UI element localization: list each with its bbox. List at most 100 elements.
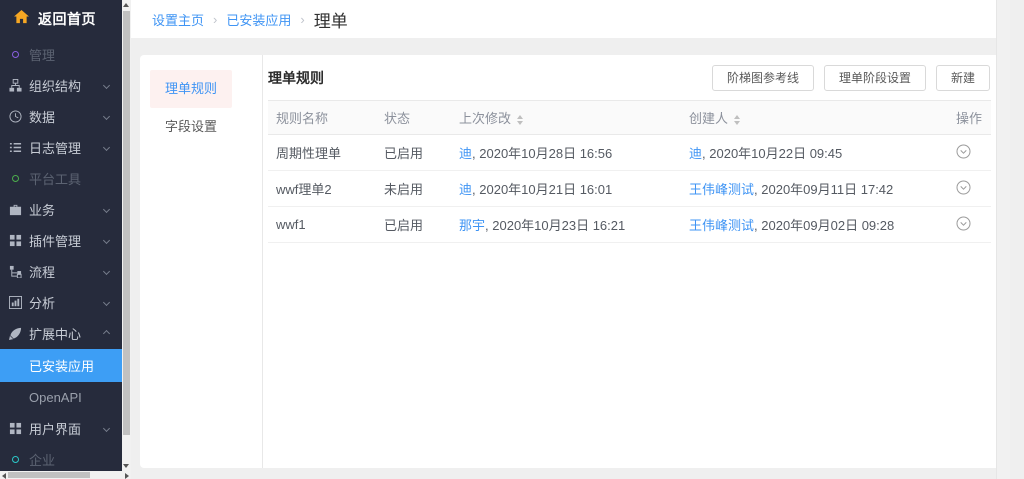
sidebar: 返回首页 管理 组织结构 数据 (0, 0, 131, 479)
sidebar-item-analysis[interactable]: 分析 (0, 287, 122, 318)
tab-field-settings[interactable]: 字段设置 (150, 108, 232, 146)
breadcrumb-separator: › (300, 12, 304, 27)
sidebar-item-org-structure[interactable]: 组织结构 (0, 70, 122, 101)
sidebar-item-log-manage[interactable]: 日志管理 (0, 132, 122, 163)
sidebar-item-label: 流程 (29, 262, 55, 281)
table-row: wwf1 已启用 那宇, 2020年10月23日 16:21 王伟峰测试, 20… (268, 207, 991, 243)
breadcrumb: 设置主页 › 已安装应用 › 理单 (131, 0, 1010, 38)
row-actions-dropdown-icon[interactable] (956, 144, 971, 159)
vertical-scroll-thumb[interactable] (123, 11, 130, 435)
flow-icon (8, 265, 22, 278)
sidebar-item-user-interface[interactable]: 用户界面 (0, 413, 122, 444)
creator-link[interactable]: 王伟峰测试 (689, 182, 754, 197)
sidebar-subitem-installed-apps[interactable]: 已安装应用 (0, 349, 122, 382)
sidebar-item-workflow[interactable]: 流程 (0, 256, 122, 287)
sidebar-content: 返回首页 管理 组织结构 数据 (0, 0, 122, 471)
claim-stage-settings-button[interactable]: 理单阶段设置 (824, 65, 926, 91)
chevron-down-icon (103, 144, 110, 151)
sidebar-item-label: 业务 (29, 200, 55, 219)
plugin-grid-icon (8, 234, 22, 247)
last-modified-cell: 迪, 2020年10月28日 16:56 (451, 135, 681, 171)
sidebar-item-business[interactable]: 业务 (0, 194, 122, 225)
back-home-label: 返回首页 (38, 9, 96, 29)
tab-claim-rules[interactable]: 理单规则 (150, 70, 232, 108)
creator-link[interactable]: 迪 (689, 146, 702, 161)
clock-icon (8, 110, 22, 123)
content-card: 理单规则 字段设置 理单规则 阶梯图参考线 理单阶段设置 新建 (140, 55, 1007, 468)
table-row: 周期性理单 已启用 迪, 2020年10月28日 16:56 迪, 2020年1… (268, 135, 991, 171)
app-window: 返回首页 管理 组织结构 数据 (0, 0, 1024, 479)
sidebar-horizontal-scrollbar[interactable] (0, 471, 131, 479)
chevron-down-icon (103, 237, 110, 244)
panel-title: 理单规则 (268, 68, 324, 88)
panel-content: 理单规则 阶梯图参考线 理单阶段设置 新建 规则名称 状态 (264, 55, 1007, 468)
row-actions-dropdown-icon[interactable] (956, 216, 971, 231)
sidebar-menu: 管理 组织结构 数据 (0, 38, 122, 471)
circle-teal-icon (8, 456, 22, 463)
chevron-down-icon (103, 206, 110, 213)
bar-chart-icon (8, 296, 22, 309)
sidebar-item-data[interactable]: 数据 (0, 101, 122, 132)
sidebar-item-extension-center[interactable]: 扩展中心 (0, 318, 122, 349)
sidebar-item-plugin-manage[interactable]: 插件管理 (0, 225, 122, 256)
actions-cell (936, 135, 991, 171)
main-area: 设置主页 › 已安装应用 › 理单 理单规则 字段设置 理单规则 阶梯图参考线 … (131, 0, 1010, 479)
sidebar-item-label: 用户界面 (29, 419, 81, 438)
horizontal-scroll-thumb[interactable] (8, 472, 90, 478)
sidebar-subitem-openapi[interactable]: OpenAPI (0, 382, 122, 413)
breadcrumb-settings-home[interactable]: 设置主页 (152, 10, 204, 29)
creator-cell: 迪, 2020年10月22日 09:45 (681, 135, 936, 171)
sidebar-item-enterprise[interactable]: 企业 (0, 444, 122, 471)
sidebar-subitem-label: OpenAPI (29, 390, 82, 405)
sidebar-vertical-scrollbar[interactable] (122, 0, 131, 471)
sidebar-item-label: 数据 (29, 107, 55, 126)
scroll-up-arrow-icon[interactable] (123, 3, 129, 7)
table-row: wwf理单2 未启用 迪, 2020年10月21日 16:01 王伟峰测试, 2… (268, 171, 991, 207)
sidebar-item-label: 组织结构 (29, 76, 81, 95)
creator-cell: 王伟峰测试, 2020年09月11日 17:42 (681, 171, 936, 207)
create-new-button[interactable]: 新建 (936, 65, 990, 91)
step-chart-reference-line-button[interactable]: 阶梯图参考线 (712, 65, 814, 91)
scroll-left-arrow-icon[interactable] (2, 473, 6, 479)
page-title: 理单 (314, 7, 348, 32)
column-rule-name: 规则名称 (268, 101, 376, 135)
briefcase-icon (8, 203, 22, 216)
sidebar-item-platform-tools[interactable]: 平台工具 (0, 163, 122, 194)
actions-cell (936, 207, 991, 243)
column-creator: 创建人 (681, 101, 936, 135)
home-icon (14, 10, 29, 29)
page-scrollbar-gutter[interactable] (996, 0, 1010, 479)
chevron-down-icon (103, 425, 110, 432)
table-header-row: 规则名称 状态 上次修改 创建人 操作 (268, 101, 991, 135)
sort-icon[interactable] (734, 115, 740, 125)
row-actions-dropdown-icon[interactable] (956, 180, 971, 195)
sidebar-item-label: 企业 (29, 450, 55, 469)
sidebar-item-manage[interactable]: 管理 (0, 39, 122, 70)
status-cell: 已启用 (376, 135, 451, 171)
modifier-link[interactable]: 迪 (459, 146, 472, 161)
chevron-up-icon (103, 330, 110, 337)
list-icon (8, 141, 22, 154)
sidebar-item-label: 平台工具 (29, 169, 81, 188)
circle-green-icon (8, 175, 22, 182)
extension-center-icon (8, 327, 22, 340)
status-cell: 已启用 (376, 207, 451, 243)
circle-purple-icon (8, 51, 22, 58)
panel-header: 理单规则 阶梯图参考线 理单阶段设置 新建 (268, 55, 990, 100)
status-cell: 未启用 (376, 171, 451, 207)
creator-link[interactable]: 王伟峰测试 (689, 218, 754, 233)
back-to-home[interactable]: 返回首页 (0, 0, 122, 38)
last-modified-cell: 那宇, 2020年10月23日 16:21 (451, 207, 681, 243)
sidebar-item-label: 扩展中心 (29, 324, 81, 343)
breadcrumb-installed-apps[interactable]: 已安装应用 (226, 10, 291, 29)
rule-name-cell: wwf理单2 (268, 171, 376, 207)
scroll-down-arrow-icon[interactable] (123, 464, 129, 468)
sidebar-item-label: 插件管理 (29, 231, 81, 250)
scroll-right-arrow-icon[interactable] (125, 473, 129, 479)
breadcrumb-separator: › (213, 12, 217, 27)
sitemap-icon (8, 79, 22, 92)
modifier-link[interactable]: 那宇 (459, 218, 485, 233)
chevron-down-icon (103, 268, 110, 275)
modifier-link[interactable]: 迪 (459, 182, 472, 197)
sort-icon[interactable] (517, 115, 523, 125)
